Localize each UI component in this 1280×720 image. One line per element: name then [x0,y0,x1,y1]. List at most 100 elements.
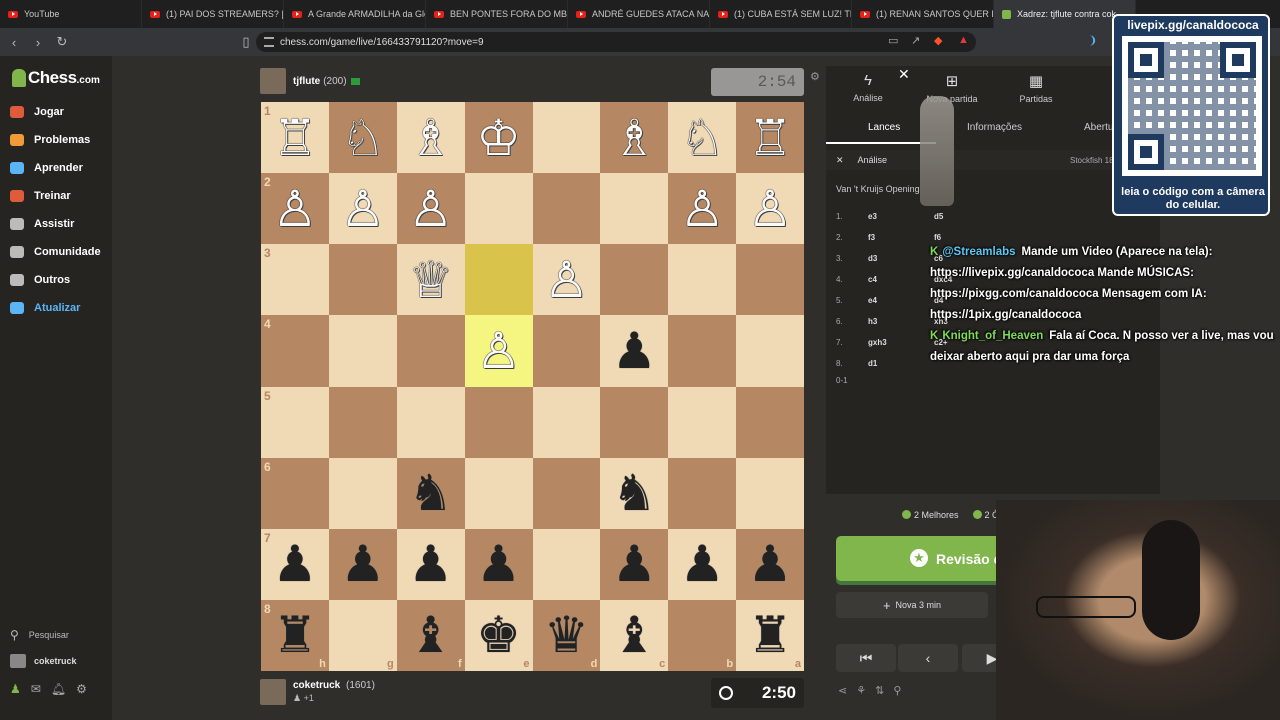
black-pawn-icon[interactable]: ♟ [612,326,657,376]
share-icon[interactable]: ↗ [911,34,920,47]
board-square[interactable]: ♟ [396,528,465,600]
white-pawn-icon[interactable]: ♙ [340,184,385,234]
white-move[interactable]: d3 [868,254,877,263]
board-square[interactable] [532,173,601,245]
board-square[interactable] [532,528,601,600]
board-square[interactable]: ♙ [464,315,533,387]
browser-tab[interactable]: (1) CUBA ESTÁ SEM LUZ! TRU [710,0,852,28]
white-move[interactable]: d1 [868,359,877,368]
white-knight-icon[interactable]: ♘ [340,113,385,163]
board-square[interactable]: 2 ♙ [261,173,329,245]
board-square[interactable] [668,457,737,529]
board-square[interactable] [736,315,804,387]
vpn-icon[interactable]: ❩ [1088,34,1097,47]
board-square[interactable]: ♗ [600,102,669,174]
white-rook-icon[interactable]: ♖ [748,113,793,163]
board-square[interactable]: 8 h ♜ [261,599,329,671]
board-square[interactable]: ♙ [396,173,465,245]
brave-shield-icon[interactable]: ◆ [934,34,942,47]
board-square[interactable]: d ♛ [532,599,601,671]
white-pawn-icon[interactable]: ♙ [544,255,589,305]
subtab-0[interactable]: Lances [868,122,900,133]
white-rook-icon[interactable]: ♖ [273,113,318,163]
board-square[interactable]: ♙ [532,244,601,316]
black-rook-icon[interactable]: ♜ [748,610,793,660]
close-analysis-icon[interactable]: ✕ [836,155,844,166]
board-square[interactable]: 3 [261,244,329,316]
board-square[interactable]: 4 [261,315,329,387]
board-square[interactable] [736,386,804,458]
board-square[interactable]: g [328,599,397,671]
tab-partidas[interactable]: ▦ Partidas [996,72,1076,104]
white-pawn-icon[interactable]: ♙ [680,184,725,234]
black-pawn-icon[interactable]: ♟ [748,539,793,589]
board-square[interactable] [532,315,601,387]
site-settings-icon[interactable] [264,37,274,47]
black-pawn-icon[interactable]: ♟ [476,539,521,589]
subtab-2[interactable]: Abertu [1084,122,1113,133]
browser-tab[interactable]: (1) RENAN SANTOS QUER PRO [852,0,994,28]
sidebar-item-outros[interactable]: Outros [10,274,70,286]
board-square[interactable] [668,315,737,387]
board-square[interactable]: ♟ [668,528,737,600]
white-queen-icon[interactable]: ♕ [408,255,453,305]
board-square[interactable]: ♟ [328,528,397,600]
board-square[interactable] [464,386,533,458]
black-rook-icon[interactable]: ♜ [273,610,318,660]
sidebar-item-treinar[interactable]: Treinar [10,190,71,202]
browser-tab[interactable]: BEN PONTES FORA DO MBL É [426,0,568,28]
browser-tab[interactable]: YouTube [0,0,142,28]
board-square[interactable]: ♞ [396,457,465,529]
board-square[interactable]: ♟ [600,315,669,387]
sidebar-item-jogar[interactable]: Jogar [10,106,64,118]
chess-com-logo[interactable]: Chess .com [12,68,100,88]
board-square[interactable]: 5 [261,386,329,458]
board-square[interactable]: a ♜ [736,599,804,671]
bottom-player[interactable]: coketruck (1601) ♟ +1 [260,679,375,705]
bookmark-icon[interactable]: ▯ [236,34,256,50]
browser-tab[interactable]: A Grande ARMADILHA da Glo [284,0,426,28]
white-pawn-icon[interactable]: ♙ [476,326,521,376]
board-square[interactable]: ♟ [736,528,804,600]
friends-icon[interactable]: ♟ [10,682,21,696]
bell-icon[interactable]: 🔔︎ [51,682,66,696]
board-square[interactable] [464,244,533,316]
analysis-board-icon[interactable]: ⚘ [856,684,866,697]
previous-move-button[interactable]: ‹ [898,644,958,672]
black-pawn-icon[interactable]: ♟ [340,539,385,589]
new-game-button[interactable]: + Nova 3 min [836,592,988,618]
black-pawn-icon[interactable]: ♟ [680,539,725,589]
board-settings-icon[interactable]: ⚙ [810,70,820,83]
sidebar-user[interactable]: coketruck [10,654,77,668]
back-icon[interactable]: ‹ [4,35,24,50]
board-square[interactable]: ♙ [736,173,804,245]
black-bishop-icon[interactable]: ♝ [612,610,657,660]
board-square[interactable]: ♞ [600,457,669,529]
browser-tab[interactable]: (1) PAI DOS STREAMERS? | MA [142,0,284,28]
subtab-1[interactable]: Informações [967,122,1022,133]
tab-análise[interactable]: ϟ Análise [828,72,908,103]
board-square[interactable] [328,457,397,529]
white-king-icon[interactable]: ♔ [476,113,521,163]
black-move[interactable]: f6 [934,233,941,242]
white-pawn-icon[interactable]: ♙ [273,184,318,234]
black-knight-icon[interactable]: ♞ [408,468,453,518]
zoom-icon[interactable]: ⚲ [893,684,901,697]
flip-board-icon[interactable]: ⇅ [875,684,884,697]
board-square[interactable] [668,386,737,458]
board-square[interactable]: b [668,599,737,671]
mail-icon[interactable]: ✉ [31,682,41,696]
board-square[interactable] [328,244,397,316]
white-move[interactable]: e4 [868,296,877,305]
white-knight-icon[interactable]: ♘ [680,113,725,163]
board-square[interactable] [396,386,465,458]
white-move[interactable]: h3 [868,317,877,326]
board-square[interactable] [532,386,601,458]
board-square[interactable]: 1 ♖ [261,102,329,174]
reload-icon[interactable]: ↻ [52,34,72,50]
rewards-icon[interactable]: ▲ [958,34,969,46]
white-bishop-icon[interactable]: ♗ [612,113,657,163]
black-king-icon[interactable]: ♚ [476,610,521,660]
board-square[interactable] [464,173,533,245]
black-knight-icon[interactable]: ♞ [612,468,657,518]
